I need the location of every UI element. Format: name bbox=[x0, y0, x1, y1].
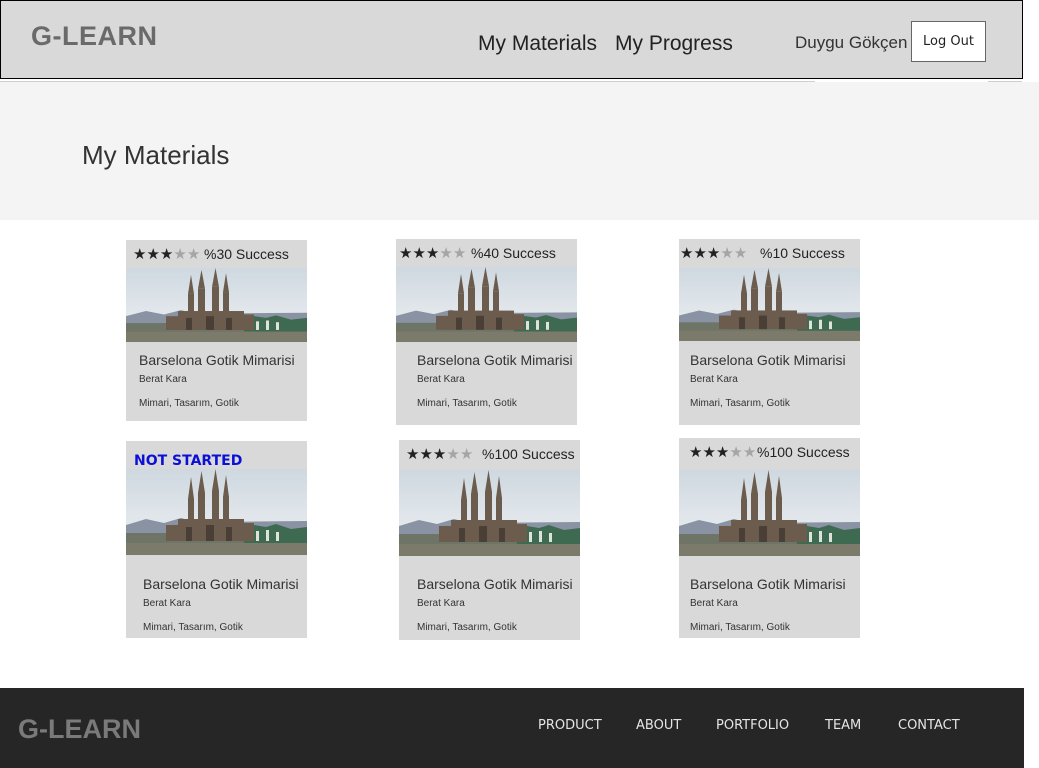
material-tags: Mimari, Tasarım, Gotik bbox=[417, 622, 517, 633]
star-filled-icon: ★ bbox=[706, 245, 721, 262]
material-tags: Mimari, Tasarım, Gotik bbox=[143, 622, 243, 633]
star-empty-icon: ★ bbox=[186, 246, 201, 263]
star-empty-icon: ★ bbox=[439, 245, 453, 262]
star-filled-icon: ★ bbox=[702, 444, 716, 461]
card-status-bar: NOT STARTED bbox=[126, 441, 307, 469]
material-title: Barselona Gotik Mimarisi bbox=[690, 352, 846, 368]
rating-stars: ★★★★★ bbox=[133, 245, 200, 263]
footer-link-contact[interactable]: CONTACT bbox=[898, 718, 960, 733]
material-tags: Mimari, Tasarım, Gotik bbox=[139, 398, 239, 409]
star-empty-icon: ★ bbox=[733, 245, 748, 262]
star-empty-icon: ★ bbox=[729, 444, 743, 461]
star-empty-icon: ★ bbox=[720, 245, 734, 262]
rating-stars: ★★★★★ bbox=[689, 443, 756, 461]
success-text: %30 Success bbox=[204, 246, 289, 262]
card-status-bar: ★★★★★ %100 Success bbox=[679, 438, 860, 466]
footer: G-LEARN PRODUCT ABOUT PORTFOLIO TEAM CON… bbox=[0, 688, 1024, 768]
material-card[interactable]: ★★★★★ %100 Success Barselona Gotik Mimar… bbox=[679, 438, 860, 638]
star-filled-icon: ★ bbox=[159, 246, 174, 263]
logout-button[interactable]: Log Out bbox=[911, 21, 986, 62]
material-title: Barselona Gotik Mimarisi bbox=[417, 352, 573, 368]
material-author: Berat Kara bbox=[139, 374, 187, 385]
star-filled-icon: ★ bbox=[689, 444, 703, 461]
star-filled-icon: ★ bbox=[432, 446, 447, 463]
footer-link-product[interactable]: PRODUCT bbox=[538, 718, 602, 733]
material-author: Berat Kara bbox=[417, 374, 465, 385]
not-started-label: NOT STARTED bbox=[134, 453, 243, 469]
user-name: Duygu Gökçen bbox=[795, 33, 908, 52]
material-thumbnail bbox=[126, 268, 307, 342]
star-empty-icon: ★ bbox=[459, 446, 474, 463]
success-text: %100 Success bbox=[482, 446, 575, 462]
material-tags: Mimari, Tasarım, Gotik bbox=[690, 398, 790, 409]
star-filled-icon: ★ bbox=[146, 246, 160, 263]
star-filled-icon: ★ bbox=[406, 446, 420, 463]
app-logo[interactable]: G-LEARN bbox=[31, 21, 158, 52]
star-filled-icon: ★ bbox=[693, 245, 707, 262]
star-empty-icon: ★ bbox=[173, 246, 187, 263]
star-empty-icon: ★ bbox=[452, 245, 467, 262]
footer-link-about[interactable]: ABOUT bbox=[636, 718, 681, 733]
material-thumbnail bbox=[399, 470, 580, 556]
star-filled-icon: ★ bbox=[425, 245, 440, 262]
star-filled-icon: ★ bbox=[680, 245, 694, 262]
material-thumbnail bbox=[126, 469, 307, 555]
card-status-bar: ★★★★★ %10 Success bbox=[679, 239, 860, 267]
material-title: Barselona Gotik Mimarisi bbox=[690, 576, 846, 592]
material-title: Barselona Gotik Mimarisi bbox=[417, 576, 573, 592]
material-author: Berat Kara bbox=[143, 598, 191, 609]
page-title: My Materials bbox=[82, 140, 230, 170]
footer-link-team[interactable]: TEAM bbox=[825, 718, 861, 733]
success-text: %100 Success bbox=[757, 444, 850, 460]
material-card[interactable]: ★★★★★ %30 Success Barselona Gotik Mimari… bbox=[126, 240, 307, 421]
star-empty-icon: ★ bbox=[742, 444, 757, 461]
success-text: %10 Success bbox=[760, 245, 845, 261]
rating-stars: ★★★★★ bbox=[399, 244, 466, 262]
material-author: Berat Kara bbox=[690, 374, 738, 385]
star-filled-icon: ★ bbox=[133, 246, 147, 263]
footer-link-portfolio[interactable]: PORTFOLIO bbox=[716, 718, 789, 733]
material-thumbnail bbox=[396, 267, 577, 342]
material-card[interactable]: ★★★★★ %10 Success Barselona Gotik Mimari… bbox=[679, 239, 860, 425]
material-author: Berat Kara bbox=[417, 598, 465, 609]
star-empty-icon: ★ bbox=[446, 446, 460, 463]
title-band: My Materials bbox=[0, 82, 1039, 220]
material-author: Berat Kara bbox=[690, 598, 738, 609]
card-status-bar: ★★★★★ %40 Success bbox=[396, 239, 577, 267]
material-card[interactable]: NOT STARTED Barselona Gotik Mimarisi Ber… bbox=[126, 441, 307, 638]
top-header: G-LEARN My Materials My Progress Duygu G… bbox=[0, 0, 1023, 79]
card-status-bar: ★★★★★ %100 Success bbox=[399, 440, 580, 468]
material-thumbnail bbox=[679, 268, 860, 341]
material-card[interactable]: ★★★★★ %100 Success Barselona Gotik Mimar… bbox=[399, 440, 580, 640]
footer-logo[interactable]: G-LEARN bbox=[18, 714, 141, 745]
nav-my-progress[interactable]: My Progress bbox=[615, 32, 733, 56]
star-filled-icon: ★ bbox=[419, 446, 433, 463]
material-title: Barselona Gotik Mimarisi bbox=[143, 576, 299, 592]
material-card[interactable]: ★★★★★ %40 Success Barselona Gotik Mimari… bbox=[396, 239, 577, 425]
material-thumbnail bbox=[679, 470, 860, 556]
nav-my-materials[interactable]: My Materials bbox=[478, 32, 597, 56]
star-filled-icon: ★ bbox=[399, 245, 413, 262]
star-filled-icon: ★ bbox=[412, 245, 426, 262]
material-tags: Mimari, Tasarım, Gotik bbox=[690, 622, 790, 633]
card-status-bar: ★★★★★ %30 Success bbox=[126, 240, 307, 268]
material-tags: Mimari, Tasarım, Gotik bbox=[417, 398, 517, 409]
rating-stars: ★★★★★ bbox=[406, 445, 473, 463]
star-filled-icon: ★ bbox=[715, 444, 730, 461]
material-title: Barselona Gotik Mimarisi bbox=[139, 352, 295, 368]
success-text: %40 Success bbox=[471, 245, 556, 261]
rating-stars: ★★★★★ bbox=[680, 244, 747, 262]
